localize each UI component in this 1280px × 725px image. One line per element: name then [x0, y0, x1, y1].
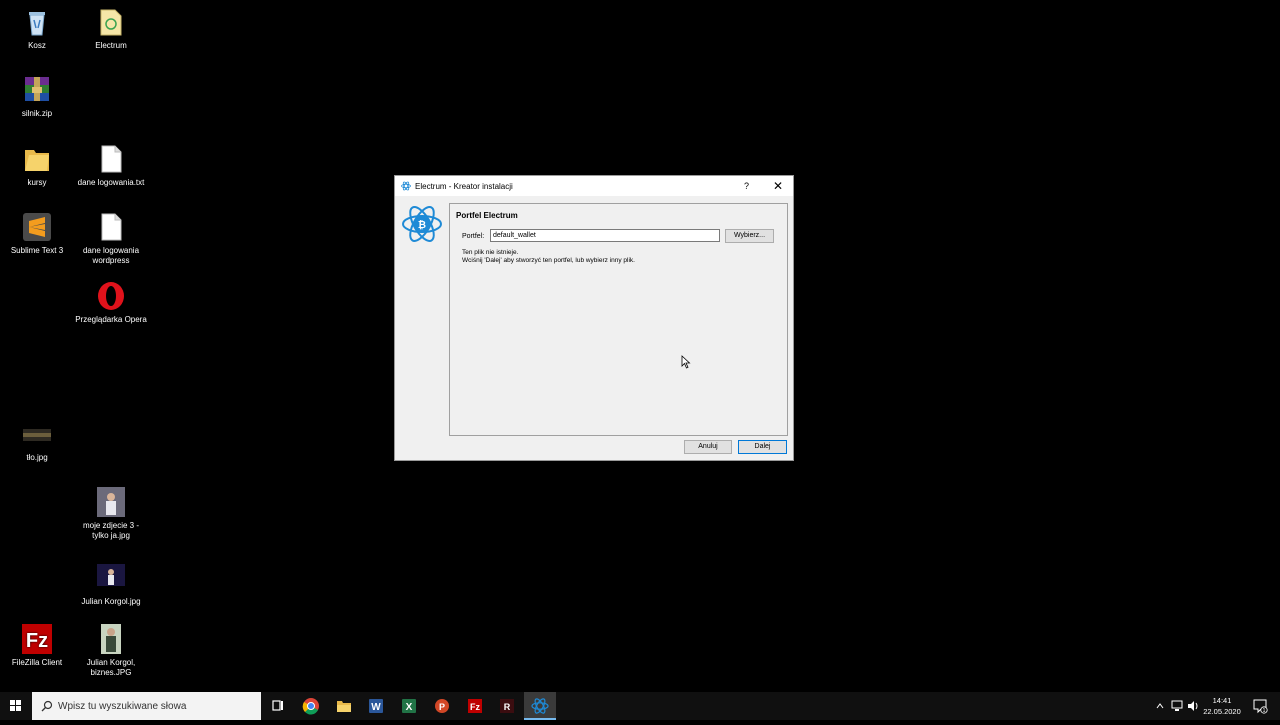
search-box[interactable]: Wpisz tu wyszukiwane słowa	[32, 692, 261, 720]
folder-icon	[21, 143, 53, 175]
opera-icon	[95, 280, 127, 312]
desktop-icon-label: Julian Korgol.jpg	[81, 597, 141, 606]
desktop-icon-label: silnik.zip	[21, 109, 53, 118]
desktop-icon-label: Julian Korgol, biznes.JPG	[86, 658, 136, 677]
svg-text:R: R	[504, 702, 511, 712]
clock[interactable]: 14:41 22.05.2020	[1198, 695, 1246, 717]
desktop-icon-label: kursy	[27, 178, 47, 187]
network-icon[interactable]	[1170, 692, 1184, 720]
image-thumbnail-icon	[21, 418, 53, 450]
desktop-icon-julian-korgol-biznes[interactable]: Julian Korgol, biznes.JPG	[74, 623, 148, 678]
wallet-label: Portfel:	[462, 233, 485, 240]
desktop-icon-sublime-text[interactable]: Sublime Text 3	[0, 211, 74, 256]
notification-count: 1	[1263, 708, 1266, 714]
status-message-line-1: Ten plik nie istnieje.	[462, 249, 519, 256]
winrar-icon	[21, 74, 53, 106]
text-file-icon	[95, 211, 127, 243]
desktop-icon-tlo-jpg[interactable]: tło.jpg	[0, 418, 74, 463]
svg-text:P: P	[439, 702, 445, 712]
svg-text:W: W	[371, 702, 381, 713]
desktop-icon-julian-korgol-jpg[interactable]: Julian Korgol.jpg	[74, 562, 148, 607]
electrum-icon	[401, 181, 411, 191]
clock-time: 14:41	[1212, 696, 1232, 705]
help-button[interactable]: ?	[744, 181, 749, 191]
windows-icon	[10, 700, 21, 711]
desktop-icon-filezilla[interactable]: Fz FileZilla Client	[0, 623, 74, 668]
desktop-icon-label: dane logowania.txt	[77, 178, 145, 187]
svg-text:₿: ₿	[418, 219, 426, 231]
electrum-icon	[531, 698, 549, 714]
desktop-icon-dane-logowania-txt[interactable]: dane logowania.txt	[74, 143, 148, 188]
clock-date: 22.05.2020	[1203, 707, 1241, 716]
search-placeholder: Wpisz tu wyszukiwane słowa	[58, 701, 187, 712]
word-icon[interactable]: W	[366, 696, 386, 716]
wallet-input[interactable]: default_wallet	[490, 229, 720, 242]
search-icon	[41, 700, 53, 712]
folder-icon	[95, 6, 127, 38]
dialog-titlebar[interactable]: Electrum - Kreator instalacji ? ✕	[395, 176, 793, 196]
text-file-icon	[95, 143, 127, 175]
chrome-icon[interactable]	[301, 696, 321, 716]
taskbar: Wpisz tu wyszukiwane słowa W X P Fz R 14…	[0, 692, 1280, 720]
panel-heading: Portfel Electrum	[456, 211, 518, 220]
desktop-icon-electrum[interactable]: Electrum	[74, 6, 148, 51]
desktop-icon-label: Kosz	[28, 41, 46, 50]
wizard-panel: Portfel Electrum Portfel: default_wallet…	[449, 203, 788, 436]
image-thumbnail-icon	[95, 562, 127, 594]
svg-text:Fz: Fz	[26, 630, 48, 652]
sublime-text-icon	[21, 211, 53, 243]
electrum-logo-icon: ₿	[402, 206, 442, 242]
desktop-icon-moje-zdjecie[interactable]: moje zdjecie 3 - tylko ja.jpg	[74, 486, 148, 541]
svg-text:X: X	[406, 702, 413, 713]
desktop-icon-kursy[interactable]: kursy	[0, 143, 74, 188]
svg-text:Fz: Fz	[470, 702, 480, 712]
excel-icon[interactable]: X	[399, 696, 419, 716]
recycle-bin-icon	[21, 6, 53, 38]
electrum-taskbar-button[interactable]	[524, 692, 556, 720]
filezilla-taskbar-icon[interactable]: Fz	[465, 696, 485, 716]
status-message-line-2: Wciśnij 'Dalej' aby stworzyć ten portfel…	[462, 257, 635, 264]
image-thumbnail-icon	[95, 486, 127, 518]
start-button[interactable]	[0, 692, 32, 720]
desktop-icon-opera[interactable]: Przeglądarka Opera	[74, 280, 148, 325]
file-explorer-icon[interactable]	[334, 696, 354, 716]
next-button[interactable]: Dalej	[738, 440, 787, 454]
desktop-icon-label: tło.jpg	[26, 453, 48, 462]
desktop-icon-recycle-bin[interactable]: Kosz	[0, 6, 74, 51]
desktop-icon-dane-logowania-wordpress[interactable]: dane logowania wordpress	[74, 211, 148, 266]
notification-icon[interactable]: 1	[1252, 692, 1268, 720]
cancel-button[interactable]: Anuluj	[684, 440, 732, 454]
powerpoint-icon[interactable]: P	[432, 696, 452, 716]
desktop-icon-label: dane logowania wordpress	[82, 246, 140, 265]
task-view-icon[interactable]	[268, 696, 288, 716]
status-message: Ten plik nie istnieje. Wciśnij 'Dalej' a…	[462, 249, 635, 265]
mouse-cursor-icon	[681, 355, 691, 369]
app-r-icon[interactable]: R	[497, 696, 517, 716]
filezilla-icon: Fz	[21, 623, 53, 655]
desktop-icon-label: Sublime Text 3	[10, 246, 64, 255]
image-thumbnail-icon	[95, 623, 127, 655]
desktop-icon-label: FileZilla Client	[11, 658, 63, 667]
chevron-up-icon[interactable]	[1155, 692, 1165, 720]
desktop-icon-label: Electrum	[95, 41, 127, 50]
browse-button[interactable]: Wybierz...	[725, 229, 774, 243]
desktop-icon-label: Przeglądarka Opera	[75, 315, 147, 324]
close-button[interactable]: ✕	[773, 179, 783, 193]
dialog-title: Electrum - Kreator instalacji	[415, 182, 513, 191]
desktop-icon-silnik-zip[interactable]: silnik.zip	[0, 74, 74, 119]
electrum-wizard-dialog: Electrum - Kreator instalacji ? ✕ ₿ Port…	[394, 175, 794, 461]
desktop-icon-label: moje zdjecie 3 - tylko ja.jpg	[82, 521, 140, 540]
